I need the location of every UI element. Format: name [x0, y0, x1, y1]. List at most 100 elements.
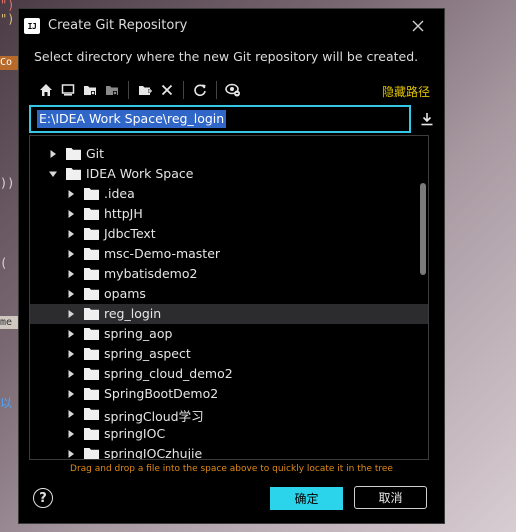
chevron-right-icon[interactable] — [66, 449, 76, 459]
drop-hint: Drag and drop a file into the space abov… — [70, 464, 393, 474]
path-input-value[interactable]: E:\IDEA Work Space\reg_login — [37, 110, 227, 128]
folder-icon — [84, 448, 99, 459]
tree-item-label: SpringBootDemo2 — [104, 386, 219, 401]
tree-item-label: spring_cloud_demo2 — [104, 366, 233, 381]
folder-icon — [84, 428, 99, 440]
tree-item[interactable]: msc-Demo-master — [30, 244, 428, 264]
chevron-down-icon[interactable] — [48, 169, 58, 179]
tree-item[interactable]: opams — [30, 284, 428, 304]
download-icon — [421, 113, 433, 126]
refresh-button[interactable] — [189, 80, 211, 100]
chevron-right-icon[interactable] — [66, 349, 76, 359]
toolbar-divider — [183, 81, 184, 99]
chevron-right-icon[interactable] — [66, 369, 76, 379]
tree-item-label: httpJH — [104, 206, 143, 221]
tree-item-label: Git — [86, 146, 105, 161]
chevron-right-icon[interactable] — [66, 429, 76, 439]
tree-item-label: spring_aop — [104, 326, 173, 341]
folder-icon — [84, 408, 99, 420]
toolbar-divider — [216, 81, 217, 99]
tree-item[interactable]: IDEA Work Space — [30, 164, 428, 184]
tree-item-label: springIOC — [104, 426, 166, 441]
folder-icon — [84, 248, 99, 260]
folder-icon — [84, 268, 99, 280]
chevron-right-icon[interactable] — [66, 189, 76, 199]
folder-icon — [84, 288, 99, 300]
folder-icon — [84, 368, 99, 380]
tree-item[interactable]: spring_aspect — [30, 344, 428, 364]
cancel-button[interactable]: 取消 — [354, 486, 427, 509]
folder-icon — [84, 328, 99, 340]
hide-path-link[interactable]: 隐藏路径 — [382, 83, 430, 100]
tree-item-label: IDEA Work Space — [86, 166, 194, 181]
chevron-right-icon[interactable] — [66, 409, 76, 419]
chevron-right-icon[interactable] — [66, 329, 76, 339]
new-folder-icon — [139, 86, 152, 95]
show-hidden-files-button[interactable] — [222, 80, 244, 100]
toolbar-divider — [128, 81, 129, 99]
chevron-right-icon[interactable] — [66, 309, 76, 319]
chevron-right-icon[interactable] — [66, 209, 76, 219]
code-fragment: me — [0, 316, 18, 329]
chevron-right-icon[interactable] — [66, 269, 76, 279]
refresh-icon — [194, 84, 206, 97]
delete-icon — [161, 84, 173, 96]
file-chooser-toolbar — [35, 80, 244, 100]
tree-item[interactable]: JdbcText — [30, 224, 428, 244]
new-folder-button[interactable] — [134, 80, 156, 100]
home-button[interactable] — [35, 80, 57, 100]
folder-icon — [84, 208, 99, 220]
project-folder-button[interactable] — [79, 80, 101, 100]
code-fragment: Co — [0, 56, 18, 70]
tree-item[interactable]: .idea — [30, 184, 428, 204]
tree-item[interactable]: springIOCzhujie — [30, 444, 428, 459]
code-fragment: )) — [0, 176, 15, 190]
chevron-right-icon[interactable] — [66, 389, 76, 399]
tree-item[interactable]: Git — [30, 144, 428, 164]
app-icon-text: IJ — [27, 21, 37, 31]
tree-item[interactable]: mybatisdemo2 — [30, 264, 428, 284]
chevron-right-icon[interactable] — [66, 289, 76, 299]
tree-item-label: mybatisdemo2 — [104, 266, 198, 281]
tree-item[interactable]: spring_aop — [30, 324, 428, 344]
project-folder-icon — [84, 86, 96, 95]
help-button[interactable]: ? — [33, 488, 53, 508]
folder-icon — [84, 228, 99, 240]
tree-item[interactable]: SpringBootDemo2 — [30, 384, 428, 404]
dialog-title: Create Git Repository — [48, 18, 188, 33]
intellij-logo-icon: IJ — [24, 18, 40, 34]
tree-item-label: reg_login — [104, 306, 162, 321]
tree-item-label: spring_aspect — [104, 346, 191, 361]
chevron-right-icon[interactable] — [66, 229, 76, 239]
tree-item-label: JdbcText — [104, 226, 156, 241]
tree-item[interactable]: springCloud学习 — [30, 404, 428, 424]
tree-item[interactable]: reg_login — [30, 304, 428, 324]
show-hidden-icon — [225, 83, 240, 97]
desktop-icon — [61, 84, 75, 96]
create-git-repository-dialog: IJ Create Git Repository Select director… — [18, 8, 445, 524]
code-fragment: ") — [0, 0, 15, 12]
desktop-button[interactable] — [57, 80, 79, 100]
download-button[interactable] — [417, 109, 437, 129]
tree-item[interactable]: springIOC — [30, 424, 428, 444]
folder-icon — [84, 188, 99, 200]
ok-button[interactable]: 确定 — [270, 487, 343, 510]
delete-button[interactable] — [156, 80, 178, 100]
directory-tree[interactable]: Git IDEA Work Space .idea httpJH JdbcText msc… — [29, 135, 429, 460]
module-folder-icon — [106, 86, 118, 95]
folder-icon — [84, 388, 99, 400]
tree-item[interactable]: httpJH — [30, 204, 428, 224]
close-icon — [412, 20, 424, 32]
chevron-right-icon[interactable] — [48, 149, 58, 159]
tree-item[interactable]: spring_cloud_demo2 — [30, 364, 428, 384]
tree-item-label: opams — [104, 286, 146, 301]
home-icon — [40, 84, 52, 96]
folder-icon — [66, 148, 81, 160]
title-bar: IJ Create Git Repository — [19, 9, 444, 43]
module-folder-button[interactable] — [101, 80, 123, 100]
tree-item-label: springCloud学习 — [104, 409, 204, 424]
path-field[interactable]: E:\IDEA Work Space\reg_login — [29, 105, 411, 133]
help-icon: ? — [39, 490, 47, 506]
chevron-right-icon[interactable] — [66, 249, 76, 259]
close-button[interactable] — [408, 16, 428, 36]
